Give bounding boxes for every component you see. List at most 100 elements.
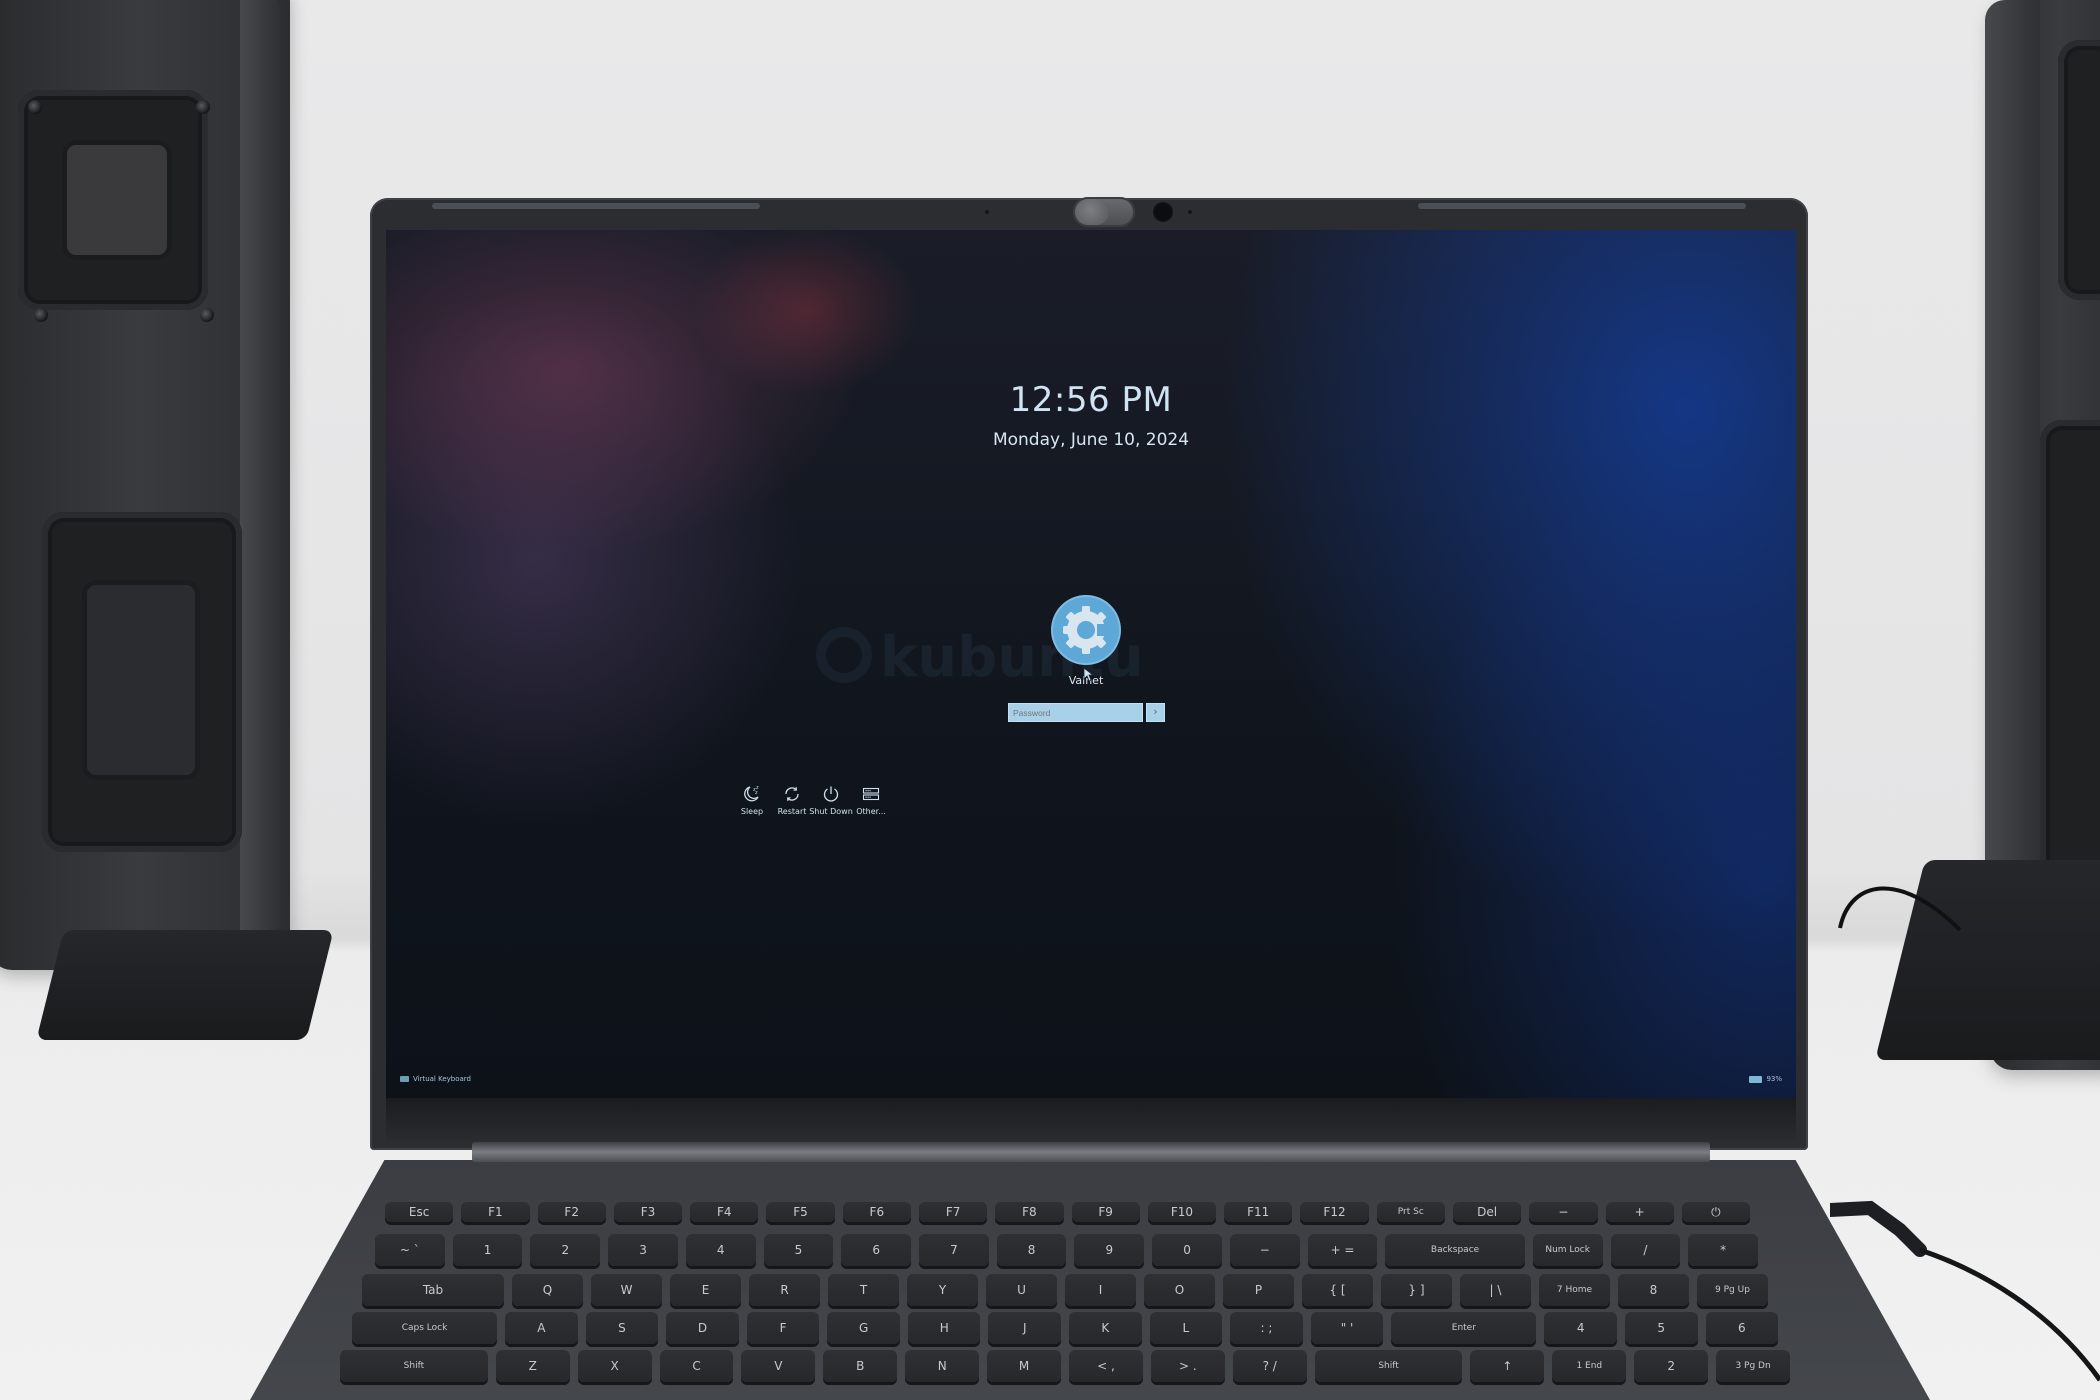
keyboard-key[interactable]: X	[577, 1350, 652, 1382]
webcam-shutter-slider[interactable]	[1075, 199, 1109, 225]
keyboard-key[interactable]: Prt Sc	[1376, 1202, 1445, 1222]
other-button[interactable]: Other...	[846, 785, 896, 816]
keyboard-key[interactable]: Shift	[340, 1350, 488, 1382]
keyboard-key[interactable]: R	[749, 1274, 820, 1306]
keyboard-key[interactable]: Q	[512, 1274, 583, 1306]
password-input[interactable]	[1008, 703, 1143, 722]
keyboard-key[interactable]: + =	[1307, 1234, 1378, 1266]
keyboard-key[interactable]: +	[1605, 1202, 1674, 1222]
mouse-pointer-icon	[1083, 667, 1093, 682]
keyboard-key[interactable]: A	[505, 1312, 578, 1344]
left-speaker-stand	[36, 930, 334, 1040]
keyboard-key[interactable]: C	[659, 1350, 734, 1382]
keyboard-key[interactable]: W	[591, 1274, 662, 1306]
keyboard-key[interactable]: " '	[1310, 1312, 1384, 1344]
keyboard-key[interactable]: 1 End	[1552, 1350, 1627, 1382]
keyboard-key[interactable]: O	[1144, 1274, 1215, 1306]
left-speaker-woofer-cone	[82, 580, 200, 780]
keyboard-key[interactable]: I	[1065, 1274, 1136, 1306]
keyboard-key[interactable]: 2	[530, 1234, 601, 1266]
keyboard-key[interactable]: ⏻	[1681, 1202, 1751, 1222]
power-cable	[1830, 1200, 2100, 1382]
keyboard-key[interactable]: F6	[842, 1202, 911, 1222]
keyboard-key[interactable]: 7 Home	[1539, 1274, 1610, 1306]
keyboard-key[interactable]: 3 Pg Dn	[1716, 1350, 1791, 1382]
keyboard-key[interactable]: 3	[608, 1234, 678, 1266]
keyboard-key[interactable]: { [	[1302, 1274, 1373, 1306]
keyboard-key[interactable]: 9	[1074, 1234, 1145, 1266]
keyboard-key[interactable]: 9 Pg Up	[1697, 1274, 1768, 1306]
keyboard-key[interactable]: Enter	[1391, 1312, 1537, 1344]
keyboard-key[interactable]: K	[1069, 1312, 1142, 1344]
keyboard-key[interactable]: F5	[766, 1202, 835, 1222]
keyboard-key[interactable]: H	[907, 1312, 981, 1344]
keyboard-key[interactable]: F12	[1300, 1202, 1369, 1222]
keyboard-key[interactable]: F2	[537, 1202, 606, 1222]
keyboard-key[interactable]: T	[828, 1274, 899, 1306]
keyboard-key[interactable]: /	[1610, 1234, 1681, 1266]
keyboard-key[interactable]: ~ `	[375, 1234, 445, 1266]
keyboard-key[interactable]: : ;	[1230, 1312, 1303, 1344]
keyboard-key[interactable]: ? /	[1232, 1350, 1307, 1382]
keyboard-key[interactable]: 0	[1152, 1234, 1222, 1266]
keyboard-key[interactable]: 4	[1544, 1312, 1617, 1344]
keyboard-key[interactable]: F8	[995, 1202, 1064, 1222]
keyboard-key[interactable]: 2	[1634, 1350, 1709, 1382]
keyboard-key[interactable]: G	[827, 1312, 900, 1344]
keyboard-key[interactable]: S	[585, 1312, 659, 1344]
keyboard-key[interactable]: U	[986, 1274, 1057, 1306]
keyboard-key[interactable]: 8	[1618, 1274, 1689, 1306]
keyboard-key[interactable]: | \	[1460, 1274, 1531, 1306]
keyboard-key[interactable]: P	[1223, 1274, 1294, 1306]
keyboard-key[interactable]: F7	[918, 1202, 988, 1222]
keyboard-key[interactable]: 1	[452, 1234, 523, 1266]
speaker-cable	[1838, 886, 1962, 932]
keyboard-key[interactable]: Backspace	[1385, 1234, 1525, 1266]
keyboard-key[interactable]: Y	[907, 1274, 978, 1306]
keyboard-key[interactable]: 6	[841, 1234, 912, 1266]
keyboard-key[interactable]: Del	[1452, 1202, 1522, 1222]
keyboard-key[interactable]: F9	[1071, 1202, 1140, 1222]
keyboard-key[interactable]: 7	[919, 1234, 989, 1266]
keyboard-key[interactable]: F4	[690, 1202, 759, 1222]
keyboard-key[interactable]: M	[987, 1350, 1062, 1382]
keyboard-row: ~ ` 1 2 3 4 5 6 7 8 9 0− + = Backspace Num Lock / *	[375, 1234, 1758, 1266]
login-submit-button[interactable]: ›	[1146, 703, 1165, 722]
keyboard-key[interactable]: Esc	[385, 1202, 454, 1222]
user-avatar[interactable]	[1053, 597, 1119, 663]
keyboard-key[interactable]: < ,	[1069, 1350, 1143, 1382]
keyboard-key[interactable]: N	[905, 1350, 980, 1382]
keyboard-key[interactable]: > .	[1150, 1350, 1225, 1382]
keyboard-key[interactable]: E	[670, 1274, 741, 1306]
keyboard-key[interactable]: ↑	[1470, 1350, 1545, 1382]
keyboard-key[interactable]: B	[823, 1350, 898, 1382]
keyboard-key[interactable]: Z	[495, 1350, 570, 1382]
keyboard-key[interactable]: 6	[1705, 1312, 1779, 1344]
keyboard-key[interactable]: V	[741, 1350, 816, 1382]
keyboard-key[interactable]: Num Lock	[1532, 1234, 1603, 1266]
keyboard-key[interactable]: F10	[1147, 1202, 1217, 1222]
virtual-keyboard-button[interactable]: Virtual Keyboard	[400, 1075, 471, 1083]
keyboard-key[interactable]: F1	[461, 1202, 530, 1222]
keyboard-key[interactable]: J	[988, 1312, 1062, 1344]
keyboard-key[interactable]: 5	[763, 1234, 834, 1266]
keyboard-key[interactable]: −	[1529, 1202, 1598, 1222]
keyboard-key[interactable]: L	[1149, 1312, 1223, 1344]
keyboard-key[interactable]: *	[1688, 1234, 1758, 1266]
keyboard-key[interactable]: Tab	[362, 1274, 504, 1306]
keyboard-key[interactable]: 4	[685, 1234, 756, 1266]
keyboard-key[interactable]: 8	[996, 1234, 1067, 1266]
battery-icon	[1749, 1075, 1763, 1083]
keyboard-key[interactable]: F11	[1224, 1202, 1293, 1222]
keyboard-key[interactable]: Caps Lock	[352, 1312, 498, 1344]
keyboard-key[interactable]: F3	[613, 1202, 683, 1222]
keyboard-key[interactable]: −	[1229, 1234, 1300, 1266]
left-speaker-side	[240, 0, 280, 970]
keyboard-key[interactable]: D	[666, 1312, 739, 1344]
keyboard-key[interactable]: 5	[1624, 1312, 1698, 1344]
keyboard-key[interactable]: } ]	[1381, 1274, 1452, 1306]
screw	[196, 100, 210, 114]
keyboard-key[interactable]: F	[746, 1312, 820, 1344]
keyboard-key[interactable]: Shift	[1314, 1350, 1463, 1382]
keyboard-row: Caps Lock A S D F G H J K L: ; " ' Enter 4 5 6	[352, 1312, 1779, 1344]
